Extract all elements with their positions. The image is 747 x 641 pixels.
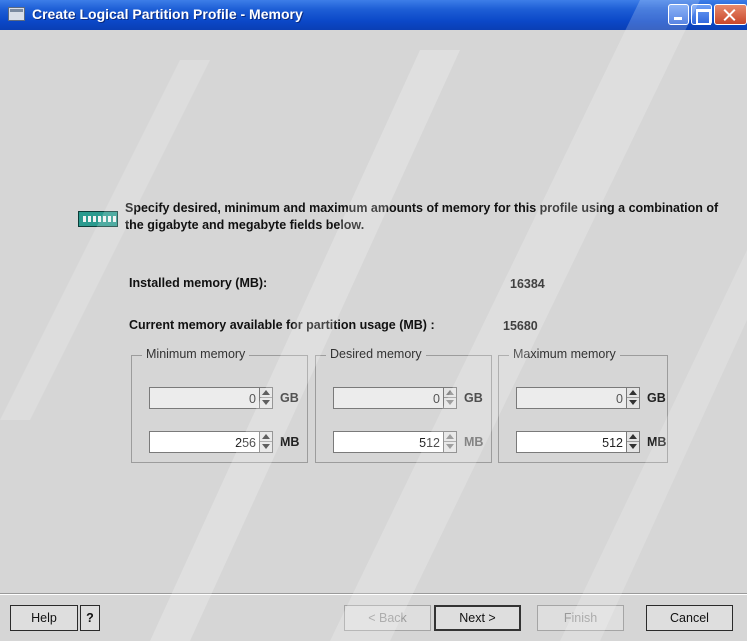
desired-mb-unit: MB <box>464 435 484 449</box>
minimum-mb-spinner[interactable] <box>259 431 273 453</box>
spin-down-icon[interactable] <box>260 442 272 452</box>
maximum-mb-spinner[interactable] <box>626 431 640 453</box>
title-bar[interactable]: Create Logical Partition Profile - Memor… <box>0 0 747 30</box>
memory-module-icon <box>78 211 118 227</box>
window-icon <box>8 7 25 21</box>
desired-mb-input[interactable]: 512 <box>333 431 443 453</box>
maximum-mb-unit: MB <box>647 435 667 449</box>
available-memory-value: 15680 <box>503 319 538 333</box>
desired-gb-spinner[interactable] <box>443 387 457 409</box>
minimum-mb-unit: MB <box>280 435 300 449</box>
spin-down-icon[interactable] <box>444 398 456 408</box>
minimum-memory-group: Minimum memory 0 GB 256 MB <box>131 347 308 463</box>
available-memory-label: Current memory available for partition u… <box>129 318 435 332</box>
back-button[interactable]: < Back <box>344 605 431 631</box>
maximum-mb-input[interactable]: 512 <box>516 431 626 453</box>
minimum-gb-spinner[interactable] <box>259 387 273 409</box>
window-title: Create Logical Partition Profile - Memor… <box>32 6 303 22</box>
spin-up-icon[interactable] <box>444 432 456 442</box>
maximum-memory-legend: Maximum memory <box>509 347 620 361</box>
help-button[interactable]: Help <box>10 605 78 631</box>
desired-mb-spinner[interactable] <box>443 431 457 453</box>
maximum-gb-spinner[interactable] <box>626 387 640 409</box>
instruction-text: Specify desired, minimum and maximum amo… <box>125 201 719 232</box>
cancel-button[interactable]: Cancel <box>646 605 733 631</box>
installed-memory-label: Installed memory (MB): <box>129 276 268 290</box>
minimum-gb-unit: GB <box>280 391 299 405</box>
maximize-button[interactable] <box>691 4 712 25</box>
installed-memory-value: 16384 <box>510 277 545 291</box>
spin-up-icon[interactable] <box>260 388 272 398</box>
minimum-memory-legend: Minimum memory <box>142 347 250 361</box>
button-bar-separator <box>0 593 747 595</box>
spin-up-icon[interactable] <box>260 432 272 442</box>
maximum-memory-group: Maximum memory 0 GB 512 MB <box>498 347 668 463</box>
desired-memory-legend: Desired memory <box>326 347 426 361</box>
spin-down-icon[interactable] <box>444 442 456 452</box>
maximum-gb-input[interactable]: 0 <box>516 387 626 409</box>
minimize-button[interactable] <box>668 4 689 25</box>
spin-down-icon[interactable] <box>260 398 272 408</box>
minimum-mb-input[interactable]: 256 <box>149 431 259 453</box>
finish-button[interactable]: Finish <box>537 605 624 631</box>
minimum-gb-input[interactable]: 0 <box>149 387 259 409</box>
spin-down-icon[interactable] <box>627 442 639 452</box>
desired-gb-input[interactable]: 0 <box>333 387 443 409</box>
next-button[interactable]: Next > <box>434 605 521 631</box>
spin-up-icon[interactable] <box>444 388 456 398</box>
maximum-gb-unit: GB <box>647 391 666 405</box>
dialog-window: Create Logical Partition Profile - Memor… <box>0 0 747 641</box>
desired-gb-unit: GB <box>464 391 483 405</box>
spin-down-icon[interactable] <box>627 398 639 408</box>
close-button[interactable] <box>714 4 747 25</box>
spin-up-icon[interactable] <box>627 432 639 442</box>
desired-memory-group: Desired memory 0 GB 512 MB <box>315 347 492 463</box>
question-button[interactable]: ? <box>80 605 100 631</box>
spin-up-icon[interactable] <box>627 388 639 398</box>
